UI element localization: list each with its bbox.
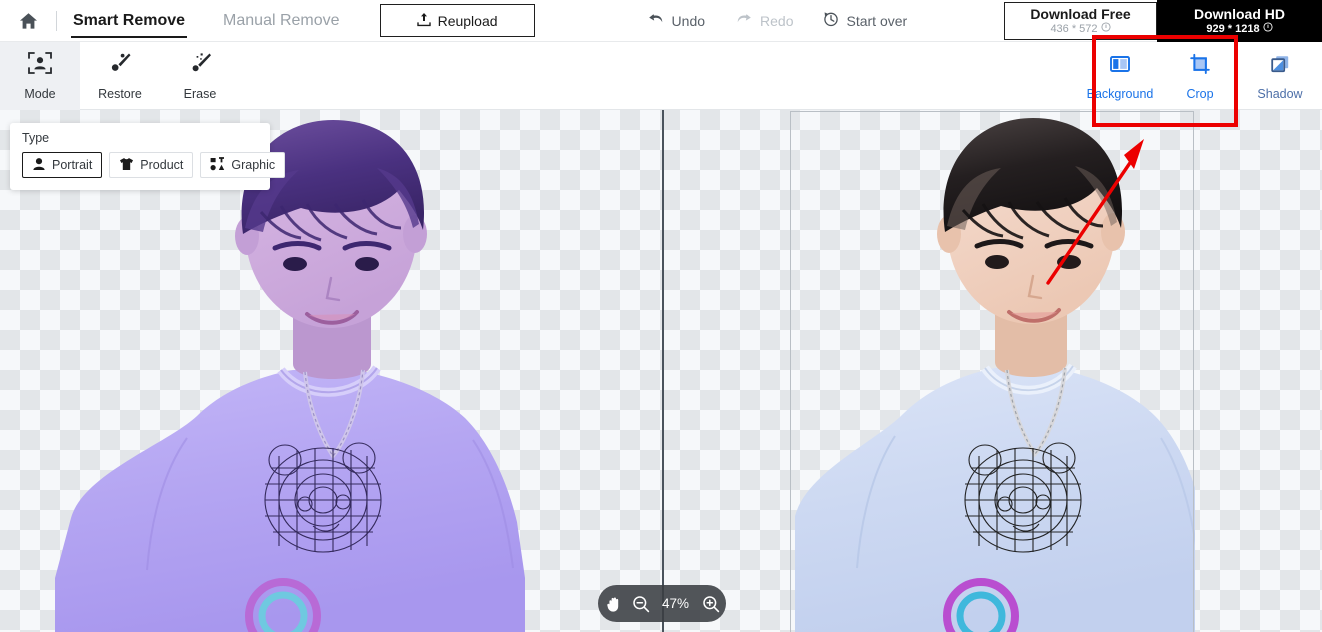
tool-restore-label: Restore xyxy=(98,87,142,101)
compare-split-handle[interactable] xyxy=(662,110,664,632)
download-hd-label: Download HD xyxy=(1194,6,1285,22)
download-hd-button[interactable]: Download HD 929 * 1218 xyxy=(1157,0,1322,42)
zoom-in-icon[interactable] xyxy=(702,595,720,613)
download-free-button[interactable]: Download Free 436 * 572 xyxy=(1004,2,1157,40)
tool-mode-label: Mode xyxy=(24,87,56,101)
redo-arrow-icon xyxy=(735,11,753,30)
type-panel-title: Type xyxy=(22,131,50,145)
reupload-button[interactable]: Reupload xyxy=(379,4,535,37)
start-over-label: Start over xyxy=(846,12,908,29)
right-result-image xyxy=(795,110,1195,632)
type-option-product-label: Product xyxy=(140,158,184,172)
tool-background[interactable]: Background xyxy=(1080,42,1160,110)
type-option-graphic[interactable]: Graphic xyxy=(200,152,286,178)
type-panel: Type Portrait Product Graphic xyxy=(10,123,286,190)
zoom-out-icon[interactable] xyxy=(632,595,650,613)
shapes-icon xyxy=(210,156,225,174)
start-over-button[interactable]: Start over xyxy=(823,11,907,30)
info-circle-icon[interactable] xyxy=(1100,22,1111,36)
undo-button[interactable]: Undo xyxy=(647,11,705,30)
type-option-portrait-label: Portrait xyxy=(52,158,93,172)
reupload-label: Reupload xyxy=(437,12,498,29)
person-bust-icon xyxy=(32,157,46,174)
download-hd-size: 929 * 1218 xyxy=(1206,23,1260,35)
download-free-size: 436 * 572 xyxy=(1050,23,1098,35)
home-icon xyxy=(18,11,39,31)
restore-brush-icon xyxy=(107,50,133,81)
crop-icon xyxy=(1188,52,1212,81)
tool-shadow[interactable]: Shadow xyxy=(1240,42,1320,110)
undo-label: Undo xyxy=(671,12,706,29)
tool-crop[interactable]: Crop xyxy=(1160,42,1240,110)
download-hd-size-row: 929 * 1218 xyxy=(1206,22,1273,36)
redo-button[interactable]: Redo xyxy=(735,11,793,30)
tab-manual-remove[interactable]: Manual Remove xyxy=(221,0,342,42)
type-options: Portrait Product Graphic xyxy=(22,152,286,178)
image-editor-app: Smart Remove Manual Remove Reupload Undo… xyxy=(0,0,1322,632)
info-circle-icon[interactable] xyxy=(1263,22,1273,36)
undo-arrow-icon xyxy=(647,11,665,30)
tab-smart-remove[interactable]: Smart Remove xyxy=(71,0,188,42)
object-tools-group: Background Crop Shadow xyxy=(1080,42,1320,110)
zoom-level-label: 47% xyxy=(661,596,690,611)
tshirt-icon xyxy=(119,157,134,174)
tool-erase-label: Erase xyxy=(183,87,217,101)
clock-revert-icon xyxy=(823,11,839,30)
portrait-frame-icon xyxy=(27,50,53,81)
download-buttons: Download Free 436 * 572 Download HD 929 … xyxy=(1004,0,1322,42)
download-free-label: Download Free xyxy=(1030,6,1131,22)
hand-pan-icon[interactable] xyxy=(605,595,623,613)
top-header-bar: Smart Remove Manual Remove Reupload Undo… xyxy=(0,0,1322,42)
type-option-product[interactable]: Product xyxy=(109,152,194,178)
erase-wand-icon xyxy=(187,50,213,81)
shadow-icon xyxy=(1268,52,1292,81)
tool-crop-label: Crop xyxy=(1186,86,1214,101)
tool-erase[interactable]: Erase xyxy=(160,42,240,110)
zoom-toolbar: 47% xyxy=(598,585,726,622)
upload-icon xyxy=(416,12,431,30)
mode-tabs: Smart Remove Manual Remove xyxy=(71,0,376,42)
redo-label: Redo xyxy=(760,12,794,29)
left-image-crop-edge xyxy=(0,578,420,632)
type-option-graphic-label: Graphic xyxy=(231,158,276,172)
tool-restore[interactable]: Restore xyxy=(80,42,160,110)
history-controls: Undo Redo Start over xyxy=(647,11,907,30)
tool-shadow-label: Shadow xyxy=(1257,86,1303,101)
tab-manual-remove-label: Manual Remove xyxy=(223,11,340,29)
tool-background-label: Background xyxy=(1086,86,1154,101)
type-option-portrait[interactable]: Portrait xyxy=(22,152,103,178)
tab-smart-remove-label: Smart Remove xyxy=(73,11,186,29)
tool-mode[interactable]: Mode xyxy=(0,41,80,110)
home-button[interactable] xyxy=(0,0,56,42)
download-free-size-row: 436 * 572 xyxy=(1050,22,1111,36)
editing-toolbar: Mode Restore Erase Background Crop Shado… xyxy=(0,41,1322,110)
background-panel-icon xyxy=(1108,52,1132,81)
header-divider xyxy=(56,10,57,31)
